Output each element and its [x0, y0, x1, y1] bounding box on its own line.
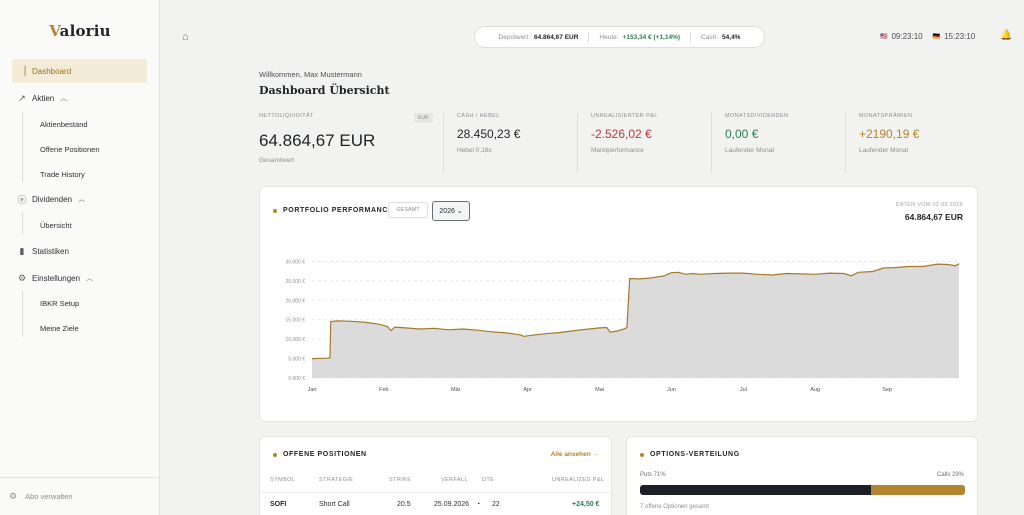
col-expiry: VERFALL — [441, 477, 468, 483]
x-tick-label: Jun — [667, 387, 676, 393]
x-tick-label: Jul — [740, 387, 747, 393]
col-pnl: UNREALIZED P&L — [552, 477, 605, 483]
page-title: Dashboard Übersicht — [259, 84, 390, 97]
options-distribution-bar — [640, 485, 965, 495]
gear-icon: ⚙ — [17, 272, 27, 283]
portfolio-performance-card: PORTFOLIO PERFORMANCE GESAMT 2026 ⌄ Date… — [259, 186, 978, 422]
sidebar-item-aktienbestand[interactable]: Aktienbestand — [40, 120, 88, 129]
sidebar-item-einstellungen[interactable]: ⚙ Einstellungen ︿ — [12, 266, 147, 290]
sidebar-item-offene-positionen[interactable]: Offene Positionen — [40, 145, 100, 154]
performance-chart: 0.000 € 5.000 € 10.000 € 15.000 € 20.000 € 25… — [286, 259, 960, 393]
settings-icon: ⚙ — [9, 491, 18, 501]
calls-segment — [870, 485, 965, 495]
sidebar-item-meine-ziele[interactable]: Meine Ziele — [40, 324, 79, 333]
col-symbol: SYMBOL — [270, 477, 296, 483]
x-tick-label: Jan — [308, 387, 317, 393]
bar-chart-icon: ▮ — [19, 245, 25, 256]
x-tick-label: Aug — [810, 387, 820, 393]
portfolio-ticker: Depotwert: 64.864,67 EUR Heute: +153,34 € … — [474, 26, 765, 48]
y-tick-label: 5.000 € — [288, 357, 305, 363]
x-tick-label: Feb — [379, 387, 388, 393]
col-strike: STRIKE — [389, 477, 412, 483]
sidebar-item-dashboard[interactable]: ▕ Dashboard — [12, 59, 147, 83]
view-all-link[interactable]: Alle ansehen → — [551, 451, 599, 458]
chevron-up-icon: ︿ — [60, 95, 68, 102]
trend-icon: ↗ — [18, 92, 26, 103]
sidebar-item-dividenden[interactable]: ⓔ Dividenden ︿ — [12, 187, 147, 211]
col-strategy: STRATEGIE — [319, 477, 354, 483]
kpi-unrealized-pnl: Unrealisierter P&L -2.526,02 € Marktperf… — [591, 113, 658, 154]
col-dte: DTE — [482, 477, 495, 483]
bell-icon[interactable]: 🔔 — [1000, 30, 1012, 41]
dashboard-icon: ▕ — [18, 65, 26, 76]
market-clocks: 🇺🇸 09:23:10 🇩🇪 15:23:10 — [880, 32, 985, 41]
kpi-monatspraemien: Monatsprämien +2190,19 € Laufender Monat — [859, 113, 920, 154]
chevron-up-icon: ︿ — [86, 275, 94, 282]
puts-segment — [640, 485, 871, 495]
kpi-monatsdividenden: Monatsdividenden 0,00 € Laufender Monat — [725, 113, 789, 154]
clock-us: 09:23:10 — [891, 32, 923, 41]
app-logo[interactable]: Valoriu — [0, 22, 160, 40]
x-tick-label: Apr — [523, 387, 532, 393]
sidebar-item-uebersicht[interactable]: Übersicht — [40, 221, 72, 230]
calls-label: Calls 29% — [936, 472, 964, 478]
sidebar: Valoriu ▕ Dashboard ↗ Aktien ︿ Aktienbes… — [0, 0, 160, 515]
sidebar-item-trade-history[interactable]: Trade History — [40, 170, 85, 179]
options-total: 7 offene Optionen gesamt — [640, 504, 709, 510]
positions-title: OFFENE POSITIONEN — [273, 451, 367, 458]
us-flag-icon: 🇺🇸 — [880, 34, 888, 40]
y-tick-label: 0.000 € — [288, 376, 305, 382]
sidebar-item-aktien[interactable]: ↗ Aktien ︿ — [12, 86, 147, 110]
x-tick-label: Mai — [595, 387, 604, 393]
kpi-nettoliquiditaet: Nettoliquidität EUR 64.864,67 EUR Gesamt… — [259, 113, 433, 175]
y-tick-label: 10.000 € — [286, 337, 306, 343]
x-tick-label: Sep — [882, 387, 892, 393]
options-title: OPTIONS-VERTEILUNG — [640, 451, 740, 458]
manage-subscription-link[interactable]: ⚙ Abo verwalten — [0, 477, 160, 515]
dte-ring-icon: ◔ — [476, 501, 481, 508]
clock-de: 15:23:10 — [944, 32, 976, 41]
de-flag-icon: 🇩🇪 — [932, 34, 941, 40]
x-tick-label: Mär — [451, 387, 461, 393]
open-positions-card: OFFENE POSITIONEN Alle ansehen → SYMBOL … — [259, 436, 612, 515]
y-tick-label: 20.000 € — [286, 298, 306, 304]
y-tick-label: 15.000 € — [286, 318, 306, 324]
currency-badge: EUR — [414, 113, 433, 123]
home-icon[interactable]: ⌂ — [182, 31, 189, 43]
welcome-text: Willkommen, Max Mustermann — [259, 70, 362, 79]
y-tick-label: 25.000 € — [286, 279, 306, 285]
sidebar-item-ibkr-setup[interactable]: IBKR Setup — [40, 299, 79, 308]
puts-label: Puts 71% — [640, 472, 666, 478]
kpi-cash-hebel: Cash / Hebel 28.450,23 € Hebel 0,16x — [457, 113, 521, 154]
options-distribution-card: OPTIONS-VERTEILUNG Puts 71% Calls 29% 7 … — [626, 436, 978, 515]
y-tick-label: 30.000 € — [286, 259, 306, 265]
sidebar-item-statistiken[interactable]: ▮ Statistiken — [12, 239, 147, 263]
chevron-up-icon: ︿ — [78, 196, 86, 203]
euro-icon: ⓔ — [17, 194, 27, 205]
